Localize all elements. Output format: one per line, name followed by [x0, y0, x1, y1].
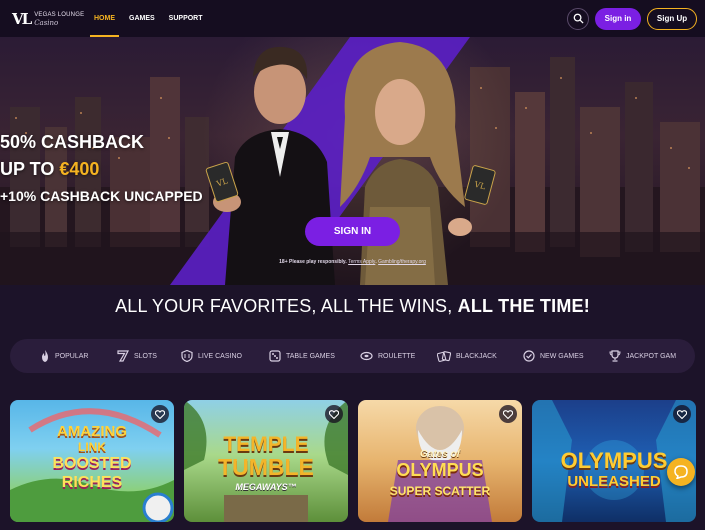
category-label: ROULETTE: [378, 352, 416, 360]
signup-button[interactable]: Sign Up: [647, 7, 697, 30]
category-blackjack[interactable]: BLACKJACK: [437, 350, 523, 362]
trophy-icon: [609, 350, 621, 362]
search-button[interactable]: [567, 7, 589, 30]
dice-icon: [269, 350, 281, 362]
tagline: ALL YOUR FAVORITES, ALL THE WINS, ALL TH…: [0, 296, 705, 317]
category-label: LIVE CASINO: [198, 352, 242, 360]
signin-button[interactable]: Sign in: [595, 7, 641, 30]
logo-text: VEGAS LOUNGE Casino: [34, 11, 84, 27]
game-title-line2: OLYMPUS: [396, 460, 484, 480]
promo-headline: 50% CASHBACK: [0, 132, 145, 152]
logo-mark: VL: [12, 9, 32, 28]
roulette-icon: [360, 351, 373, 361]
category-label: SLOTS: [134, 352, 157, 360]
header-actions: Sign in Sign Up: [567, 7, 697, 30]
gambling-therapy-link[interactable]: Gambling/therapy.org: [378, 259, 426, 265]
main-nav: HOME GAMES SUPPORT: [90, 0, 203, 37]
heart-icon: [503, 409, 513, 419]
game-title-line3: BOOSTED: [52, 455, 132, 472]
promo-amount-prefix: UP TO: [0, 159, 60, 179]
category-label: POPULAR: [55, 352, 89, 360]
favorite-button[interactable]: [325, 405, 343, 423]
disclaimer-prefix: 18+ Please play responsibly.: [279, 259, 349, 265]
category-label: JACKPOT GAM: [626, 352, 677, 360]
logo-line2: Casino: [34, 18, 59, 27]
tagline-bold: ALL THE TIME!: [457, 296, 590, 316]
nav-home[interactable]: HOME: [90, 0, 119, 37]
seven-icon: [117, 350, 129, 362]
page: VL VEGAS LOUNGE Casino HOME GAMES SUPPOR…: [0, 0, 705, 530]
heart-icon: [329, 409, 339, 419]
promo-amount-line: UP TO €400: [0, 159, 705, 180]
badge-check-icon: [523, 350, 535, 362]
flame-icon: [42, 350, 48, 362]
promo-amount: €400: [59, 159, 100, 179]
tagline-light: ALL YOUR FAVORITES, ALL THE WINS,: [115, 296, 458, 316]
nav-support[interactable]: SUPPORT: [169, 0, 203, 37]
header: VL VEGAS LOUNGE Casino HOME GAMES SUPPOR…: [0, 0, 705, 37]
game-title-line1: Gates of: [419, 449, 460, 460]
category-jackpot-games[interactable]: JACKPOT GAM: [609, 350, 676, 362]
live-chat-button[interactable]: [667, 458, 695, 486]
category-bar: POPULAR SLOTS LIVE CASINO TABLE GAMES RO…: [10, 339, 695, 373]
nav-games[interactable]: GAMES: [129, 0, 155, 37]
category-label: NEW GAMES: [540, 352, 584, 360]
game-title-line1: TEMPLE: [223, 433, 309, 456]
category-new-games[interactable]: NEW GAMES: [523, 350, 609, 362]
heart-icon: [677, 409, 687, 419]
heart-icon: [155, 409, 165, 419]
category-popular[interactable]: POPULAR: [40, 350, 117, 362]
category-slots[interactable]: SLOTS: [117, 350, 181, 362]
game-tiles: AMAZING LINK BOOSTED RICHES TEMPLE TUMBL…: [10, 400, 705, 530]
cards-icon: [437, 351, 451, 362]
shield-icon: [181, 350, 193, 362]
logo-line1: VEGAS LOUNGE: [34, 11, 85, 18]
category-label: TABLE GAMES: [286, 352, 335, 360]
terms-link[interactable]: Terms Apply: [348, 259, 375, 265]
promo-subline: +10% CASHBACK UNCAPPED: [0, 188, 203, 204]
game-title-line3: SUPER SCATTER: [389, 484, 491, 498]
favorite-button[interactable]: [151, 405, 169, 423]
hero-signin-button[interactable]: SIGN IN: [305, 217, 400, 246]
responsible-gambling-disclaimer: 18+ Please play responsibly. Terms Apply…: [0, 259, 705, 265]
game-title-line2: TUMBLE: [218, 454, 314, 480]
category-table-games[interactable]: TABLE GAMES: [269, 350, 360, 362]
category-live-casino[interactable]: LIVE CASINO: [181, 350, 269, 362]
game-title-line3: MEGAWAYS™: [235, 482, 297, 492]
game-title-line4: RICHES: [61, 474, 123, 491]
favorite-button[interactable]: [673, 405, 691, 423]
game-tile-gates-of-olympus[interactable]: Gates of OLYMPUS SUPER SCATTER: [358, 400, 522, 522]
favorite-button[interactable]: [499, 405, 517, 423]
game-title-line2: LINK: [78, 440, 106, 454]
chat-bubble-icon: [674, 465, 688, 479]
game-tile-amazing-link-boosted-riches[interactable]: AMAZING LINK BOOSTED RICHES: [10, 400, 174, 522]
category-roulette[interactable]: ROULETTE: [360, 350, 437, 362]
game-tile-temple-tumble[interactable]: TEMPLE TUMBLE MEGAWAYS™: [184, 400, 348, 522]
category-label: BLACKJACK: [456, 352, 497, 360]
game-title-line1: AMAZING: [57, 423, 127, 440]
search-icon: [573, 13, 584, 24]
logo[interactable]: VL VEGAS LOUNGE Casino: [12, 10, 86, 28]
hero-banner: VL VL 50% CASHBACK UP TO €400 +10% CASHB…: [0, 37, 705, 285]
